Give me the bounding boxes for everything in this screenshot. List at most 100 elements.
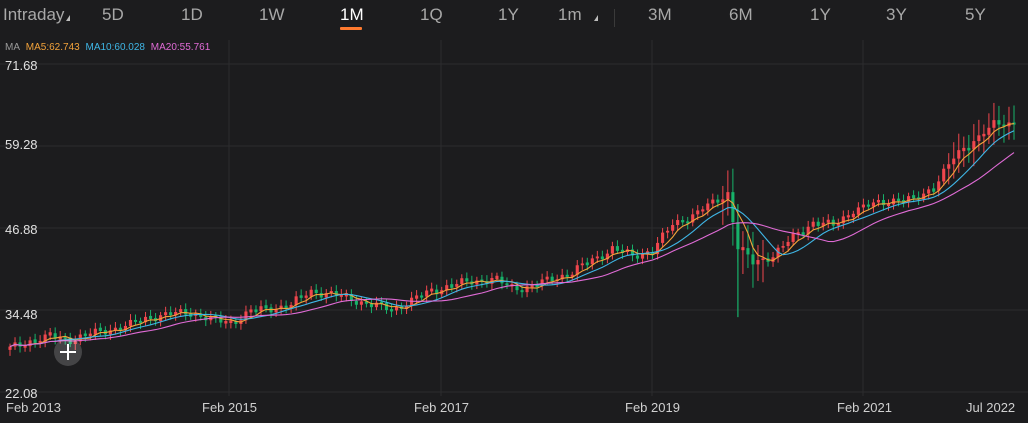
x-tick-label: Feb 2021 [837,400,892,415]
candle [656,236,660,260]
candle [841,210,845,229]
y-tick-label: 46.88 [5,222,38,237]
x-tick-label: Feb 2019 [625,400,680,415]
candle [460,274,464,289]
candle [681,216,685,226]
candle [394,300,399,315]
candle [284,300,288,314]
candle [349,289,353,307]
candle [425,285,429,303]
candle [661,228,665,248]
candle [1002,114,1006,143]
candle [836,218,840,231]
candle [615,240,619,255]
candle [731,168,735,246]
candle [530,280,534,293]
candle [781,240,785,253]
candle [610,241,614,260]
candle [741,231,745,274]
candle [630,244,635,262]
candle [1012,105,1016,140]
candle [324,289,328,304]
candle [540,273,544,291]
candle [384,299,389,314]
candle [881,194,886,211]
candle [666,226,670,239]
candle [635,249,640,263]
candle [1007,106,1011,140]
candle [23,340,27,352]
candle [927,186,931,200]
candle [113,321,117,335]
x-tick-label: Jul 2022 [966,400,1016,415]
candle [987,113,991,144]
crosshair-icon [60,344,76,360]
candle [369,298,373,314]
x-tick-label: Feb 2013 [6,400,61,415]
y-tick-label: 34.48 [5,307,38,322]
candle [721,185,725,225]
candle [164,306,168,321]
candle [937,175,941,197]
candle [329,286,333,298]
candle [98,323,102,337]
candle [902,194,906,208]
candle [344,289,348,302]
candlestick-chart[interactable] [0,0,1028,423]
candle [756,244,760,281]
candle [535,280,539,293]
candle [791,228,795,246]
candle [430,282,434,295]
chart-grid [0,40,1028,396]
candle [8,343,12,356]
candle [751,231,755,288]
candle [169,306,173,320]
candle [359,296,363,311]
y-tick-label: 71.68 [5,58,38,73]
candle [93,322,97,341]
candle [997,105,1001,136]
candle [219,311,223,328]
candle [465,272,469,287]
candle [871,198,875,213]
candle [967,134,971,163]
candle [505,277,509,289]
candle [38,335,42,349]
candle [590,254,594,270]
candle [184,303,188,321]
candle [525,280,529,298]
candle [389,303,394,318]
candle [605,249,609,264]
candle [972,124,976,167]
candle [671,219,675,235]
candle [761,239,765,283]
candle [244,305,248,324]
candle [942,164,946,186]
x-tick-label: Feb 2015 [202,400,257,415]
candle [149,309,153,325]
crosshair-cursor [54,338,82,366]
candle [600,250,604,265]
candle [179,305,183,316]
candle [435,284,439,301]
candle [254,305,258,316]
candle [475,276,479,290]
candle [560,268,564,283]
x-tick-label: Feb 2017 [414,400,469,415]
candle [339,288,343,302]
candle [811,217,815,231]
y-tick-label: 59.28 [5,137,38,152]
candle [304,290,308,304]
candle [691,208,695,227]
candle [962,136,966,167]
candle [299,289,303,302]
candle [701,206,705,216]
candle [259,300,263,318]
candle [711,193,715,209]
y-tick-label: 22.08 [5,386,38,401]
candle [816,217,820,232]
candle [485,275,489,288]
candle [580,257,584,270]
candle [33,333,37,348]
candles-layer [8,102,1016,356]
